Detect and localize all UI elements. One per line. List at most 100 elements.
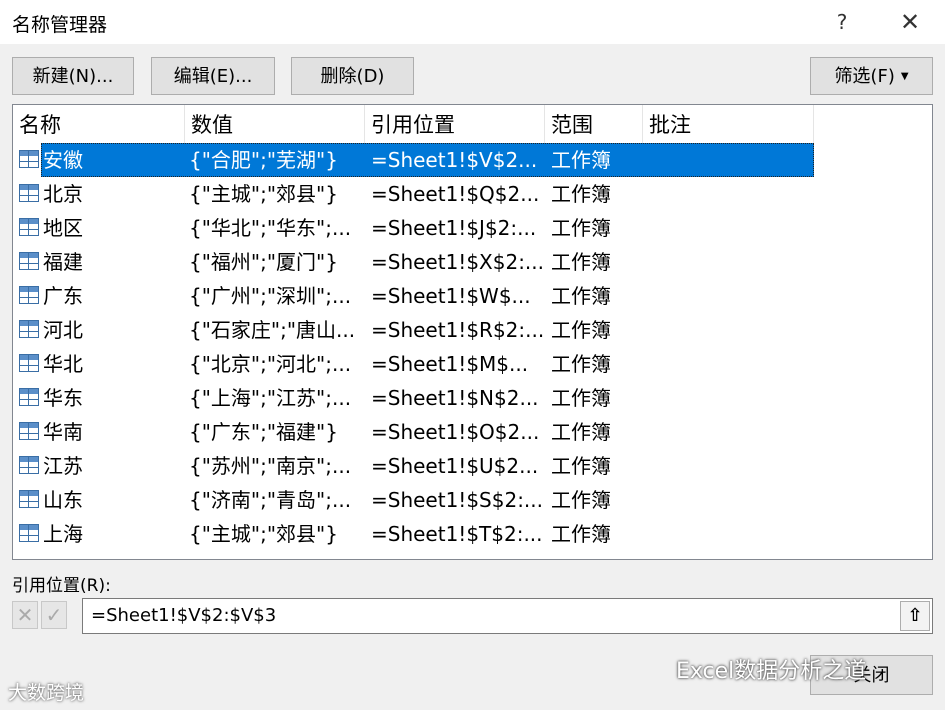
value-cell: {"上海";"江苏";...	[189, 386, 352, 410]
value-cell: {"苏州";"南京";...	[189, 454, 352, 478]
scope-cell: 工作簿	[551, 522, 611, 546]
name-cell: 广东	[43, 284, 83, 308]
name-cell: 华北	[43, 352, 83, 376]
value-cell: {"石家庄";"唐山...	[189, 318, 356, 342]
refers-to-label: 引用位置(R):	[12, 576, 111, 596]
names-list[interactable]: 名称 数值 引用位置 范围 批注 安徽 {"合肥";"芜湖"} =Sheet1!$V…	[12, 104, 933, 560]
ref-cell: =Sheet1!$T$2:...	[371, 522, 543, 546]
table-name-icon	[19, 490, 39, 510]
table-row[interactable]: 上海 {"主城";"郊县"} =Sheet1!$T$2:... 工作簿	[13, 517, 814, 551]
table-name-icon	[19, 456, 39, 476]
watermark-left: 大数跨境	[8, 682, 85, 704]
table-name-icon	[19, 354, 39, 374]
table-grid-icon	[19, 286, 39, 304]
name-cell: 北京	[43, 182, 83, 206]
scope-cell: 工作簿	[551, 284, 611, 308]
table-row[interactable]: 华北 {"北京";"河北";... =Sheet1!$M$... 工作簿	[13, 347, 814, 381]
column-header-comment[interactable]: 批注	[643, 105, 814, 143]
grid-line	[20, 263, 38, 264]
name-cell: 安徽	[43, 148, 83, 172]
table-row[interactable]: 河北 {"石家庄";"唐山... =Sheet1!$R$2:... 工作簿	[13, 313, 814, 347]
column-header-name[interactable]: 名称	[13, 105, 185, 143]
edit-button[interactable]: 编辑(E)...	[151, 57, 275, 95]
grid-line	[20, 195, 38, 196]
ref-cell: =Sheet1!$R$2:...	[371, 318, 545, 342]
ref-cell: =Sheet1!$X$2:...	[371, 250, 545, 274]
table-grid-icon	[19, 184, 39, 202]
refers-to-input[interactable]: =Sheet1!$V$2:$V$3 ⇧	[82, 598, 933, 634]
table-name-icon	[19, 524, 39, 544]
table-row[interactable]: 江苏 {"苏州";"南京";... =Sheet1!$U$2... 工作簿	[13, 449, 814, 483]
name-cell: 上海	[43, 522, 83, 546]
collapse-dialog-icon[interactable]: ⇧	[900, 601, 930, 631]
ref-cell: =Sheet1!$V$2...	[371, 148, 538, 172]
value-cell: {"福州";"厦门"}	[189, 250, 338, 274]
name-cell: 华东	[43, 386, 83, 410]
window-title: 名称管理器	[12, 14, 108, 36]
table-name-icon	[19, 150, 39, 170]
table-row[interactable]: 北京 {"主城";"郊县"} =Sheet1!$Q$2... 工作簿	[13, 177, 814, 211]
table-grid-icon	[19, 388, 39, 406]
close-icon[interactable]: ✕	[895, 6, 925, 38]
ref-cell: =Sheet1!$M$...	[371, 352, 529, 376]
table-row[interactable]: 山东 {"济南";"青岛";... =Sheet1!$S$2:... 工作簿	[13, 483, 814, 517]
table-grid-icon	[19, 490, 39, 508]
table-row[interactable]: 地区 {"华北";"华东";... =Sheet1!$J$2:... 工作簿	[13, 211, 814, 245]
column-header-scope[interactable]: 范围	[545, 105, 643, 143]
table-row[interactable]: 广东 {"广州";"深圳";... =Sheet1!$W$... 工作簿	[13, 279, 814, 313]
cancel-edit-icon: ✕	[12, 601, 38, 629]
filter-button[interactable]: 筛选(F) ▼	[810, 57, 933, 95]
table-row[interactable]: 安徽 {"合肥";"芜湖"} =Sheet1!$V$2... 工作簿	[13, 143, 814, 177]
table-name-icon	[19, 320, 39, 340]
grid-line	[20, 535, 38, 536]
table-name-icon	[19, 184, 39, 204]
table-name-icon	[19, 422, 39, 442]
value-cell: {"华北";"华东";...	[189, 216, 352, 240]
ref-cell: =Sheet1!$W$...	[371, 284, 531, 308]
scope-cell: 工作簿	[551, 216, 611, 240]
watermark-right: Excel数据分析之道	[676, 659, 867, 684]
column-header-ref[interactable]: 引用位置	[365, 105, 545, 143]
table-row[interactable]: 华南 {"广东";"福建"} =Sheet1!$O$2... 工作簿	[13, 415, 814, 449]
grid-line	[20, 331, 38, 332]
grid-line	[20, 161, 38, 162]
value-cell: {"合肥";"芜湖"}	[189, 148, 338, 172]
grid-line	[20, 229, 38, 230]
grid-line	[20, 433, 38, 434]
name-cell: 福建	[43, 250, 83, 274]
ref-cell: =Sheet1!$O$2...	[371, 420, 540, 444]
title-bar: 名称管理器 ? ✕	[0, 0, 945, 44]
scope-cell: 工作簿	[551, 420, 611, 444]
table-name-icon	[19, 218, 39, 238]
ref-cell: =Sheet1!$S$2:...	[371, 488, 544, 512]
grid-line	[20, 365, 38, 366]
scope-cell: 工作簿	[551, 352, 611, 376]
scope-cell: 工作簿	[551, 454, 611, 478]
table-name-icon	[19, 388, 39, 408]
grid-line	[20, 467, 38, 468]
scope-cell: 工作簿	[551, 488, 611, 512]
ref-cell: =Sheet1!$U$2...	[371, 454, 539, 478]
delete-button[interactable]: 删除(D)	[291, 57, 414, 95]
dropdown-arrow-icon: ▼	[900, 71, 909, 82]
value-cell: {"济南";"青岛";...	[189, 488, 352, 512]
confirm-edit-icon: ✓	[41, 601, 67, 629]
scope-cell: 工作簿	[551, 182, 611, 206]
value-cell: {"主城";"郊县"}	[189, 182, 338, 206]
name-cell: 河北	[43, 318, 83, 342]
column-header-value[interactable]: 数值	[185, 105, 365, 143]
new-button[interactable]: 新建(N)...	[12, 57, 134, 95]
table-row[interactable]: 华东 {"上海";"江苏";... =Sheet1!$N$2... 工作簿	[13, 381, 814, 415]
scope-cell: 工作簿	[551, 148, 611, 172]
name-cell: 地区	[43, 216, 83, 240]
help-button[interactable]: ?	[828, 6, 856, 38]
scope-cell: 工作簿	[551, 386, 611, 410]
value-cell: {"主城";"郊县"}	[189, 522, 338, 546]
filter-label: 筛选(F)	[834, 66, 895, 87]
name-cell: 山东	[43, 488, 83, 512]
grid-line	[20, 399, 38, 400]
table-grid-icon	[19, 456, 39, 474]
scope-cell: 工作簿	[551, 318, 611, 342]
table-name-icon	[19, 252, 39, 272]
table-row[interactable]: 福建 {"福州";"厦门"} =Sheet1!$X$2:... 工作簿	[13, 245, 814, 279]
